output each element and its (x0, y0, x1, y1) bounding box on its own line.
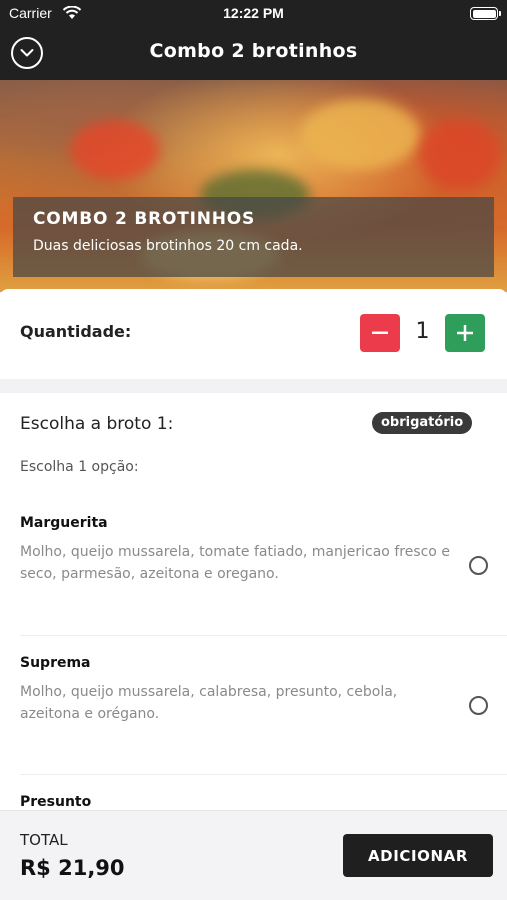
option-name: Suprema (20, 655, 91, 671)
total-label: TOTAL (20, 831, 68, 849)
add-button[interactable]: ADICIONAR (343, 834, 493, 877)
choice-title: Escolha a broto 1: (20, 414, 174, 434)
page-title: Combo 2 brotinhos (149, 40, 358, 62)
quantity-section: Quantidade: 1 (0, 289, 507, 379)
quantity-label: Quantidade: (20, 322, 132, 341)
product-description: Duas deliciosas brotinhos 20 cm cada. (33, 238, 303, 254)
total-value: R$ 21,90 (20, 856, 125, 880)
divider (20, 635, 507, 636)
status-bar: Carrier 12:22 PM (0, 0, 507, 28)
option-description: Molho, queijo mussarela, calabresa, pres… (20, 684, 398, 722)
option-name: Marguerita (20, 515, 108, 531)
choice-section: Escolha a broto 1: obrigatório Escolha 1… (0, 393, 507, 813)
option-radio[interactable] (469, 696, 488, 715)
product-title: COMBO 2 BROTINHOS (33, 209, 256, 229)
minus-icon (372, 331, 388, 334)
required-badge: obrigatório (372, 412, 473, 434)
product-info-overlay: COMBO 2 BROTINHOS Duas deliciosas brotin… (13, 197, 494, 277)
option-description: Molho, queijo mussarela, tomate fatiado,… (20, 544, 450, 582)
option-marguerita[interactable]: Marguerita Molho, queijo mussarela, toma… (0, 513, 507, 633)
quantity-value: 1 (415, 319, 430, 344)
increase-quantity-button[interactable] (445, 314, 485, 352)
option-suprema[interactable]: Suprema Molho, queijo mussarela, calabre… (0, 653, 507, 773)
footer-bar: TOTAL R$ 21,90 ADICIONAR (0, 810, 507, 900)
product-image: COMBO 2 BROTINHOS Duas deliciosas brotin… (0, 80, 507, 292)
clock: 12:22 PM (223, 5, 284, 21)
choice-subtitle: Escolha 1 opção: (20, 459, 139, 475)
option-radio[interactable] (469, 556, 488, 575)
battery-icon (470, 7, 501, 20)
plus-icon (457, 325, 473, 341)
option-name: Presunto (20, 794, 92, 810)
divider (20, 774, 507, 775)
decrease-quantity-button[interactable] (360, 314, 400, 352)
top-bar: Carrier 12:22 PM Combo 2 brotinhos (0, 0, 507, 80)
